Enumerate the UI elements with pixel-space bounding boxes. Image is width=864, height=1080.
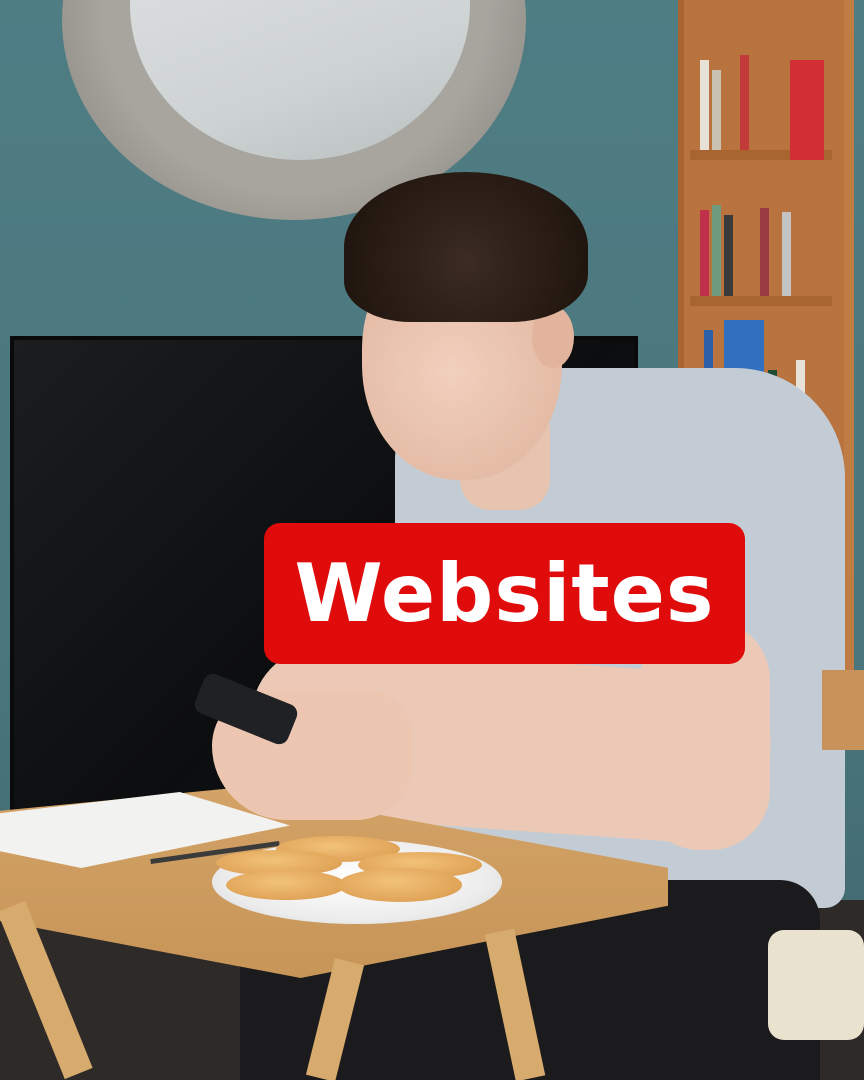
caption-banner: Websites bbox=[264, 523, 745, 664]
book bbox=[760, 208, 769, 296]
photo-scene: Websites bbox=[0, 0, 864, 1080]
chair-cushion bbox=[768, 930, 864, 1040]
cookie bbox=[338, 868, 462, 902]
book bbox=[782, 212, 791, 296]
cookie bbox=[226, 870, 346, 900]
book bbox=[712, 70, 721, 150]
chair bbox=[768, 670, 864, 1080]
book bbox=[790, 60, 824, 160]
chair-back bbox=[822, 670, 864, 750]
book bbox=[700, 210, 709, 296]
book bbox=[712, 205, 721, 296]
book bbox=[724, 215, 733, 296]
person-hair bbox=[344, 172, 588, 322]
book bbox=[740, 55, 749, 150]
book bbox=[700, 60, 709, 150]
caption-text: Websites bbox=[294, 546, 715, 640]
shelf-board bbox=[690, 296, 832, 306]
